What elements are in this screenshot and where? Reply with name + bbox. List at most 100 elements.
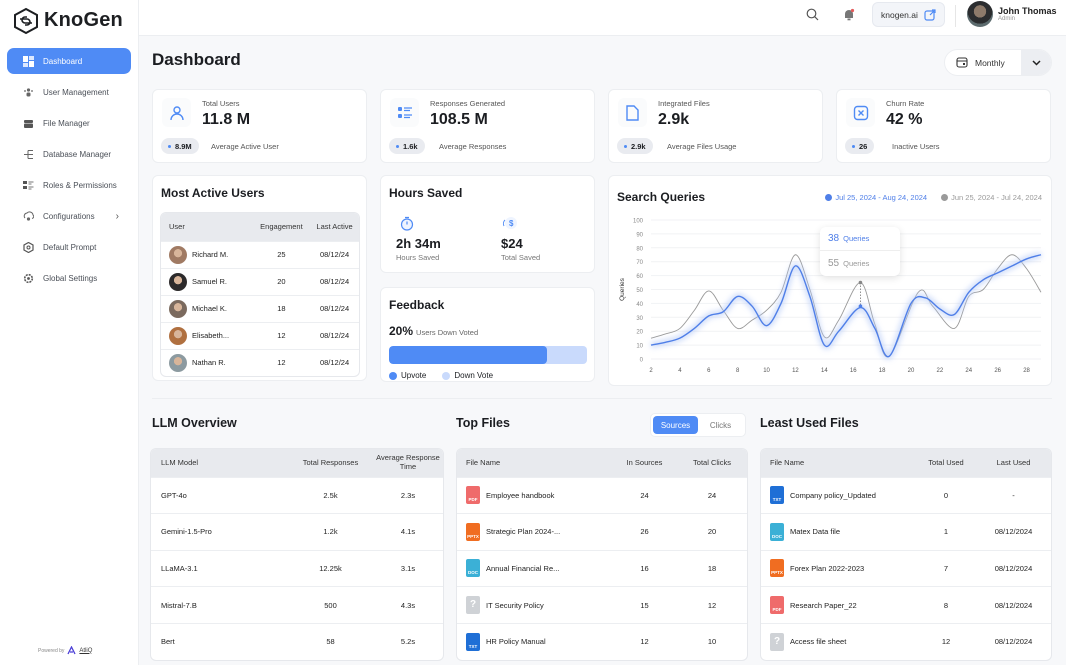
- column-header: File Name: [761, 449, 916, 477]
- table-row[interactable]: DOC Annual Financial Re... 16 18: [457, 549, 747, 587]
- chevron-down-icon[interactable]: [1021, 50, 1051, 75]
- table-row[interactable]: ? Access file sheet 12 08/12/2024: [761, 622, 1051, 660]
- table-row[interactable]: LLaMA-3.1 12.25k 3.1s: [151, 549, 443, 587]
- card-title: Feedback: [389, 298, 445, 312]
- y-tick-label: 0: [640, 358, 644, 364]
- column-header: In Sources: [612, 449, 677, 477]
- file-name: Matex Data file: [790, 527, 841, 537]
- sidebar: KnoGen Dashboard User Management File Ma…: [0, 0, 139, 665]
- users-icon: [23, 87, 34, 98]
- pptx-file-icon: PPTX: [466, 522, 480, 541]
- tab-clicks[interactable]: Clicks: [698, 416, 743, 434]
- top-files-toggle: Sources Clicks: [650, 413, 746, 437]
- table-row[interactable]: Elisabeth... 12 08/12/24: [161, 321, 359, 349]
- table-row[interactable]: Bert 58 5.2s: [151, 622, 443, 660]
- data-point-previous: [858, 280, 863, 285]
- last-active: 08/12/24: [310, 348, 359, 376]
- in-sources: 26: [612, 513, 677, 551]
- y-tick-label: 60: [636, 274, 643, 280]
- table-row[interactable]: TXT Company policy_Updated 0 -: [761, 476, 1051, 514]
- sidebar-item-default-prompt[interactable]: Default Prompt: [7, 234, 131, 260]
- stat-pill: 1.6k: [389, 138, 425, 154]
- tab-sources[interactable]: Sources: [653, 416, 698, 434]
- last-used: 08/12/2024: [976, 513, 1051, 551]
- table-row[interactable]: TXT HR Policy Manual 12 10: [457, 622, 747, 660]
- least-used-files-table: File Name Total Used Last Used TXT Compan…: [760, 448, 1052, 661]
- sidebar-item-file-manager[interactable]: File Manager: [7, 110, 131, 136]
- table-row[interactable]: Mistral-7.B 500 4.3s: [151, 586, 443, 624]
- llm-model: GPT-4o: [151, 476, 288, 514]
- file-name: Company policy_Updated: [790, 490, 876, 500]
- feedback-bar: [389, 346, 587, 364]
- table-row[interactable]: Samuel R. 20 08/12/24: [161, 267, 359, 295]
- stat-value: 2.9k: [658, 111, 690, 128]
- total-clicks: 10: [677, 622, 747, 660]
- sidebar-item-roles-permissions[interactable]: Roles & Permissions: [7, 172, 131, 198]
- x-tick-label: 2: [649, 368, 653, 374]
- table-row[interactable]: PPTX Strategic Plan 2024-... 26 20: [457, 513, 747, 551]
- stat-card: Churn Rate 42 % 26 Inactive Users: [836, 89, 1051, 163]
- user-menu[interactable]: John Thomas Admin: [967, 1, 1057, 27]
- feedback-percent: 20%: [389, 324, 414, 338]
- sidebar-item-configurations[interactable]: Configurations ›: [7, 203, 131, 229]
- total-clicks: 20: [677, 513, 747, 551]
- column-header: Total Clicks: [677, 449, 747, 477]
- llm-model: Gemini-1.5-Pro: [151, 513, 288, 551]
- engagement: 25: [252, 240, 311, 268]
- table-row[interactable]: PPTX Forex Plan 2022-2023 7 08/12/2024: [761, 549, 1051, 587]
- table-row[interactable]: Gemini-1.5-Pro 1.2k 4.1s: [151, 513, 443, 551]
- table-row[interactable]: PDF Research Paper_22 8 08/12/2024: [761, 586, 1051, 624]
- search-queries-card: Search Queries Jul 25, 2024 - Aug 24, 20…: [608, 175, 1052, 386]
- powered-by-brand-link[interactable]: AtliQ: [79, 648, 92, 654]
- stat-value: 11.8 M: [202, 111, 251, 128]
- stat-sublabel: Average Active User: [211, 142, 279, 151]
- table-row[interactable]: ? IT Security Policy 15 12: [457, 586, 747, 624]
- last-used: 08/12/2024: [976, 549, 1051, 587]
- search-icon: [806, 8, 819, 21]
- llm-model: LLaMA-3.1: [151, 549, 288, 587]
- sidebar-item-user-management[interactable]: User Management: [7, 79, 131, 105]
- table-row[interactable]: GPT-4o 2.5k 2.3s: [151, 476, 443, 514]
- notifications-button[interactable]: [843, 8, 855, 26]
- tooltip-current-value: 38: [828, 233, 840, 244]
- sidebar-item-label: Database Manager: [43, 149, 112, 159]
- top-files-title: Top Files: [456, 416, 510, 430]
- table-row[interactable]: Richard M. 25 08/12/24: [161, 240, 359, 268]
- hours-saved-value: 2h 34m: [396, 236, 441, 251]
- search-button[interactable]: [806, 8, 819, 24]
- card-title: Hours Saved: [389, 186, 463, 200]
- y-tick-label: 90: [636, 232, 643, 238]
- sidebar-item-label: User Management: [43, 87, 109, 97]
- stat-label: Churn Rate: [886, 99, 925, 108]
- table-row[interactable]: Michael K. 18 08/12/24: [161, 294, 359, 322]
- total-used: 0: [916, 476, 976, 514]
- stat-value: 42 %: [886, 111, 923, 128]
- y-tick-label: 10: [636, 344, 643, 350]
- logo[interactable]: KnoGen: [0, 0, 138, 36]
- total-used: 1: [916, 513, 976, 551]
- sidebar-item-database-manager[interactable]: Database Manager: [7, 141, 131, 167]
- avg-response-time: 4.1s: [373, 513, 443, 551]
- avg-response-time: 2.3s: [373, 476, 443, 514]
- sidebar-item-dashboard[interactable]: Dashboard: [7, 48, 131, 74]
- period-select[interactable]: Monthly: [944, 49, 1052, 76]
- last-active: 08/12/24: [310, 240, 359, 268]
- table-row[interactable]: DOC Matex Data file 1 08/12/2024: [761, 513, 1051, 551]
- site-link[interactable]: knogen.ai: [872, 2, 945, 27]
- table-row[interactable]: PDF Employee handbook 24 24: [457, 476, 747, 514]
- x-tick-label: 6: [707, 368, 711, 374]
- x-tick-label: 18: [879, 368, 886, 374]
- table-row[interactable]: Nathan R. 12 08/12/24: [161, 348, 359, 376]
- file-name: Annual Financial Re...: [486, 563, 560, 573]
- engagement: 20: [252, 267, 311, 295]
- x-tick-label: 24: [965, 368, 972, 374]
- in-sources: 24: [612, 476, 677, 514]
- engagement: 18: [252, 294, 311, 322]
- column-header: File Name: [457, 449, 612, 477]
- user-name: Samuel R.: [192, 277, 228, 286]
- stat-card: Total Users 11.8 M 8.9M Average Active U…: [152, 89, 367, 163]
- sidebar-item-global-settings[interactable]: Global Settings: [7, 265, 131, 291]
- stat-label: Total Users: [202, 99, 240, 108]
- roles-list-icon: [23, 180, 34, 191]
- avatar: [169, 272, 187, 291]
